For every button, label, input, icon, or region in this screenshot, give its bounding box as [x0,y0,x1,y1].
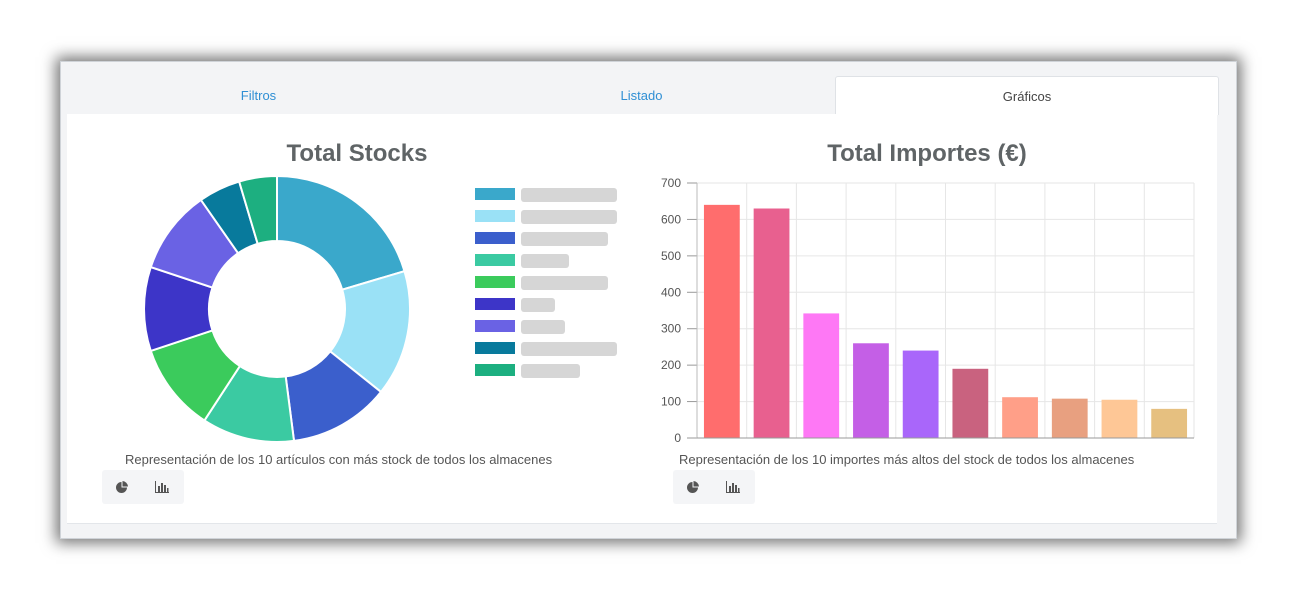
doughnut-slice[interactable] [276,174,406,291]
legend-label-placeholder [521,364,580,378]
bar[interactable] [1002,397,1038,438]
tab-graficos[interactable]: Gráficos [835,76,1219,115]
legend-label-placeholder [521,320,565,334]
legend-swatch [475,276,515,288]
bar[interactable] [803,313,840,438]
bar[interactable] [1151,408,1188,438]
legend-label-placeholder [521,232,608,246]
legend-swatch [475,210,515,222]
y-tick-label: 300 [661,322,681,336]
legend-item[interactable] [475,232,635,246]
bar-chart-icon [155,481,169,493]
y-tick-label: 0 [674,431,681,445]
legend-swatch [475,254,515,266]
legend-item[interactable] [475,342,635,356]
importes-bar-button[interactable] [713,470,753,504]
bar[interactable] [1101,399,1138,438]
stocks-caption: Representación de los 10 artículos con m… [125,452,553,467]
bar[interactable] [952,368,989,438]
y-tick-label: 700 [661,176,681,190]
importes-pie-button[interactable] [673,470,713,504]
bar[interactable] [753,208,790,439]
legend-item[interactable] [475,254,635,268]
legend-item[interactable] [475,188,635,202]
stocks-bar-button[interactable] [142,470,182,504]
importes-chart-title: Total Importes (€) [827,140,1027,167]
stocks-pie-button[interactable] [102,470,142,504]
legend-swatch [475,232,515,244]
charts-panel: Total Stocks Representación de los 10 ar… [67,114,1217,524]
legend-swatch [475,188,515,200]
legend-label-placeholder [521,254,569,268]
legend-swatch [475,342,515,354]
importes-caption: Representación de los 10 importes más al… [679,452,1135,467]
bar[interactable] [902,350,939,438]
legend-swatch [475,364,515,376]
legend-item[interactable] [475,276,635,290]
stocks-doughnut-chart [143,174,411,443]
tab-listado[interactable]: Listado [450,76,833,114]
stocks-chart-type-switcher [102,470,184,504]
y-tick-label: 500 [661,249,681,263]
bar-chart-icon [726,481,740,493]
bar[interactable] [703,204,740,438]
bar[interactable] [1051,398,1088,438]
legend-item[interactable] [475,320,635,334]
y-tick-label: 400 [661,285,681,299]
legend-label-placeholder [521,276,608,290]
legend-swatch [475,298,515,310]
y-tick-label: 100 [661,395,681,409]
importes-chart-type-switcher [673,470,755,504]
app-window: Filtros Listado Gráficos Total Stocks Re… [60,61,1237,539]
importes-bar-chart: 0 100 200 300 400 500 600 700 [661,176,1195,445]
y-tick-label: 200 [661,358,681,372]
tab-filtros[interactable]: Filtros [67,76,450,114]
legend-label-placeholder [521,342,617,356]
legend-swatch [475,320,515,332]
pie-chart-icon [116,481,128,493]
legend-label-placeholder [521,298,555,312]
y-tick-label: 600 [661,212,681,226]
tab-bar: Filtros Listado Gráficos [67,76,1219,115]
stocks-legend [475,188,635,388]
legend-label-placeholder [521,210,617,224]
pie-chart-icon [687,481,699,493]
legend-label-placeholder [521,188,617,202]
legend-item[interactable] [475,210,635,224]
legend-item[interactable] [475,298,635,312]
legend-item[interactable] [475,364,635,378]
bar[interactable] [853,343,889,438]
